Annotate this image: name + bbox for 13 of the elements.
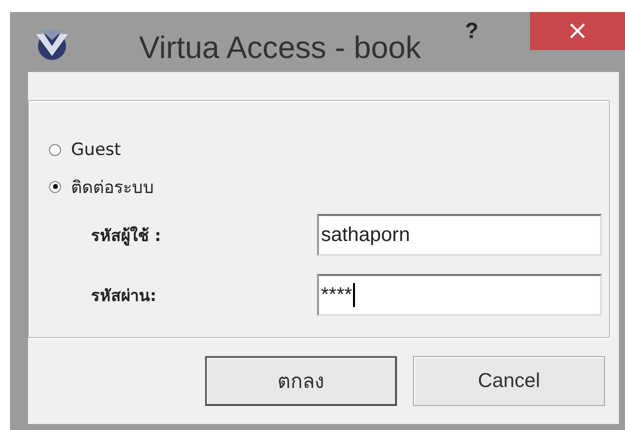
password-field[interactable]: **** [317, 274, 602, 316]
window-title: Virtua Access - book [139, 30, 422, 66]
radio-label[interactable]: Guest [71, 140, 121, 160]
cancel-button[interactable]: Cancel [413, 356, 605, 406]
help-button[interactable]: ? [465, 18, 478, 44]
radio-button[interactable] [49, 144, 61, 156]
field-label: รหัสผู้ใช้ : [91, 224, 162, 248]
radio-label[interactable]: ติดต่อระบบ [71, 173, 154, 200]
field-label: รหัสผ่าน: [91, 284, 158, 306]
radio-button[interactable] [49, 180, 61, 192]
username-field[interactable]: sathaporn [317, 214, 602, 256]
close-button[interactable]: × [530, 12, 625, 50]
ok-button[interactable]: ตกลง [205, 356, 397, 406]
